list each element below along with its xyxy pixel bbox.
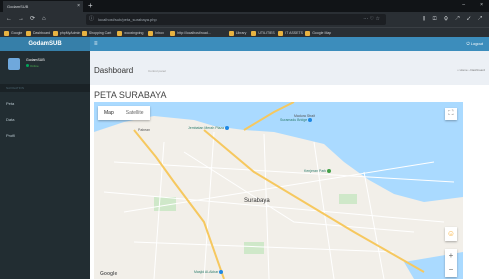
fullscreen-icon[interactable]: ⛶ [445, 108, 457, 120]
zoom-control: + − [445, 249, 457, 277]
online-dot-icon [26, 64, 29, 67]
sidebar-item-peta[interactable]: Peta [6, 101, 14, 106]
user-status: Online [26, 64, 39, 68]
bookmark-icon [26, 30, 31, 36]
forward-icon[interactable]: → [18, 14, 24, 25]
minimize-icon[interactable]: – [462, 0, 465, 11]
url-text: localhost/sub/peta_surabaya.php [98, 17, 157, 22]
poi-marker[interactable]: Suramadu Bridge [280, 118, 313, 123]
bookmark-item[interactable]: http://localhost/road... [170, 29, 211, 37]
bookmark-icon [148, 30, 154, 36]
menu-toggle-icon[interactable]: ≡ [94, 37, 98, 51]
sidebar-item-profil[interactable]: Profil [6, 133, 15, 138]
page-subtitle: Control panel [148, 69, 166, 73]
bookmark-item[interactable]: phpMyAdmin [52, 29, 80, 37]
bookmark-item[interactable]: Library [228, 29, 246, 37]
box-title: PETA SURABAYA [94, 90, 167, 100]
browser-nav-bar: ← → ⟳ ⌂ ⓘ localhost/sub/peta_surabaya.ph… [0, 12, 489, 27]
url-actions[interactable]: ··· ♡ ☆ [363, 14, 380, 25]
lock-icon: ⓘ [89, 16, 95, 22]
bookmark-icon [251, 30, 257, 36]
bookmark-item[interactable]: Shopping Cart [81, 29, 111, 37]
map-box: PETA SURABAYA Map Satellite ⛶ Madura Str… [90, 85, 489, 279]
breadcrumb[interactable]: ⌂ Home › Dashboard [457, 68, 485, 72]
bookmark-item[interactable]: Google Map [305, 29, 331, 37]
google-map[interactable]: Map Satellite ⛶ Madura Strait Pabean Sur… [94, 102, 463, 279]
home-icon[interactable]: ⌂ [42, 14, 46, 25]
bookmark-icon [170, 30, 176, 36]
nav-header: NAVIGATION [0, 84, 90, 92]
browser-tab[interactable]: GodamSUB × [3, 1, 83, 12]
avatar [8, 58, 20, 70]
bookmark-item[interactable]: Google [4, 29, 22, 37]
new-tab-button[interactable]: + [88, 0, 93, 11]
sidebar-item-data[interactable]: Data [6, 117, 14, 122]
sidebar: GodamSUB Online NAVIGATION Peta Data Pro… [0, 51, 90, 279]
map-label: Pabean [138, 128, 151, 132]
bookmark-item[interactable]: Inbox [148, 29, 164, 37]
street-view-pegman-icon[interactable]: ☺ [445, 227, 457, 241]
content-wrapper: Dashboard Control panel ⌂ Home › Dashboa… [90, 51, 489, 279]
tab-title: GodamSUB [7, 4, 29, 9]
bookmark-icon [278, 30, 284, 36]
bookmark-item[interactable]: IT ASSETS [278, 29, 303, 37]
user-name: GodamSUB [26, 58, 45, 62]
top-navbar: ≡ ⏻ Logout [90, 37, 489, 51]
back-icon[interactable]: ← [6, 14, 12, 25]
poi-pin-icon [308, 118, 313, 123]
poi-marker[interactable]: Jembatan Merah Plaza [188, 126, 229, 131]
toolbar-icons[interactable]: ⫼ ◫ ⚙ ↗ ✓ ↗ [423, 14, 485, 25]
poi-pin-icon [225, 126, 229, 131]
zoom-in-button[interactable]: + [445, 249, 457, 263]
tab-close-icon[interactable]: × [77, 1, 80, 12]
poi-pin-icon [327, 169, 332, 174]
reload-icon[interactable]: ⟳ [30, 14, 35, 25]
bookmark-item[interactable]: Dashboard [26, 29, 50, 37]
bookmark-icon [305, 30, 311, 36]
zoom-out-button[interactable]: − [445, 263, 457, 277]
poi-marker[interactable]: Masjid Al-Akbar [194, 270, 224, 275]
satellite-tab-button[interactable]: Satellite [120, 106, 150, 120]
browser-tab-bar: GodamSUB × + – × [0, 0, 489, 12]
address-bar[interactable]: ⓘ localhost/sub/peta_surabaya.php ··· ♡ … [86, 14, 386, 25]
google-logo: Google [100, 271, 118, 277]
bookmark-item[interactable]: UTILITIES [251, 29, 275, 37]
bookmark-icon [4, 30, 9, 36]
bookmark-icon [228, 30, 234, 36]
logout-button[interactable]: ⏻ Logout [466, 37, 483, 51]
bookmarks-bar: Google Dashboard phpMyAdmin Shopping Cart wo… [0, 27, 489, 37]
bookmark-item[interactable]: wooxingxing [117, 29, 143, 37]
bookmark-icon [52, 30, 58, 36]
window-close-icon[interactable]: × [480, 0, 483, 11]
poi-pin-icon [219, 270, 224, 275]
app-logo[interactable]: GodamSUB [0, 37, 90, 51]
bookmark-icon [81, 30, 87, 36]
map-city-label: Surabaya [244, 198, 270, 204]
page-title: Dashboard [94, 66, 134, 75]
map-type-control: Map Satellite [98, 106, 150, 120]
map-tab-button[interactable]: Map [98, 106, 120, 120]
bookmark-icon [117, 30, 123, 36]
poi-marker[interactable]: Kenjeran Park [304, 169, 332, 174]
